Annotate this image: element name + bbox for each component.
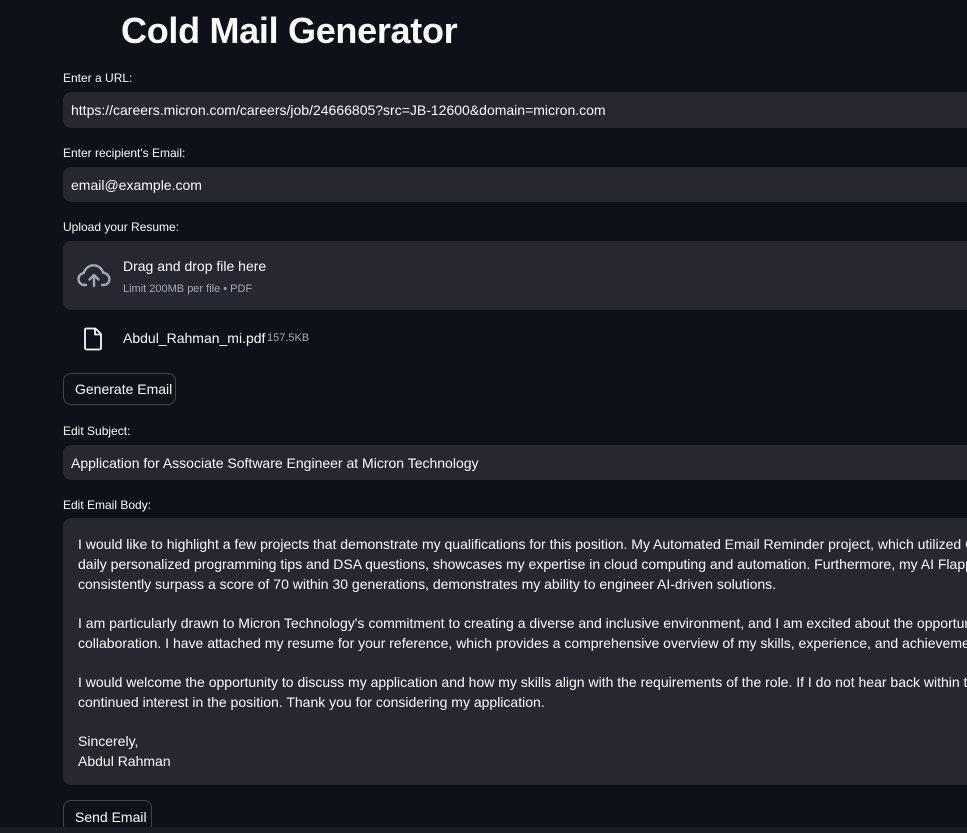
email-input[interactable]: email@example.com bbox=[63, 167, 967, 202]
body-line: daily personalized programming tips and … bbox=[78, 556, 967, 572]
bottom-bar bbox=[0, 827, 967, 833]
cloud-upload-icon bbox=[77, 264, 111, 288]
email-label: Enter recipient's Email: bbox=[63, 146, 186, 160]
body-line: I am particularly drawn to Micron Techno… bbox=[78, 615, 967, 631]
body-paragraph-2: I am particularly drawn to Micron Techno… bbox=[78, 613, 967, 653]
body-label: Edit Email Body: bbox=[63, 498, 152, 512]
file-dropzone[interactable]: Drag and drop file here Limit 200MB per … bbox=[63, 241, 967, 310]
uploaded-file-size: 157.5KB bbox=[267, 332, 310, 344]
body-line: I would welcome the opportunity to discu… bbox=[78, 674, 967, 690]
email-body-textarea[interactable]: I would like to highlight a few projects… bbox=[63, 518, 967, 785]
body-signature: Sincerely, Abdul Rahman bbox=[78, 731, 967, 771]
url-input[interactable]: https://careers.micron.com/careers/job/2… bbox=[63, 92, 967, 128]
uploaded-file-name: Abdul_Rahman_mi.pdf bbox=[123, 330, 266, 346]
uploaded-file: Abdul_Rahman_mi.pdf 157.5KB bbox=[63, 322, 663, 356]
subject-label: Edit Subject: bbox=[63, 424, 131, 438]
resume-label: Upload your Resume: bbox=[63, 220, 180, 234]
body-line: I would like to highlight a few projects… bbox=[78, 536, 967, 552]
generate-email-button[interactable]: Generate Email bbox=[63, 373, 176, 405]
body-line: Abdul Rahman bbox=[78, 753, 171, 769]
dropzone-limit: Limit 200MB per file • PDF bbox=[123, 283, 253, 295]
subject-input[interactable]: Application for Associate Software Engin… bbox=[63, 445, 967, 480]
url-label: Enter a URL: bbox=[63, 71, 133, 85]
page-title: Cold Mail Generator bbox=[121, 10, 458, 51]
body-line: continued interest in the position. Than… bbox=[78, 694, 545, 710]
subject-input-value: Application for Associate Software Engin… bbox=[71, 454, 479, 471]
body-line: consistently surpass a score of 70 withi… bbox=[78, 576, 777, 592]
url-input-value: https://careers.micron.com/careers/job/2… bbox=[71, 102, 606, 118]
email-input-value: email@example.com bbox=[71, 176, 202, 193]
body-line: Sincerely, bbox=[78, 733, 139, 749]
body-line: collaboration. I have attached my resume… bbox=[78, 635, 967, 651]
app-container: Cold Mail Generator Enter a URL: https:/… bbox=[0, 0, 967, 833]
dropzone-instructions: Drag and drop file here bbox=[123, 258, 267, 274]
body-paragraph-3: I would welcome the opportunity to discu… bbox=[78, 672, 967, 712]
file-icon bbox=[84, 327, 102, 351]
body-paragraph-1: I would like to highlight a few projects… bbox=[78, 534, 967, 594]
